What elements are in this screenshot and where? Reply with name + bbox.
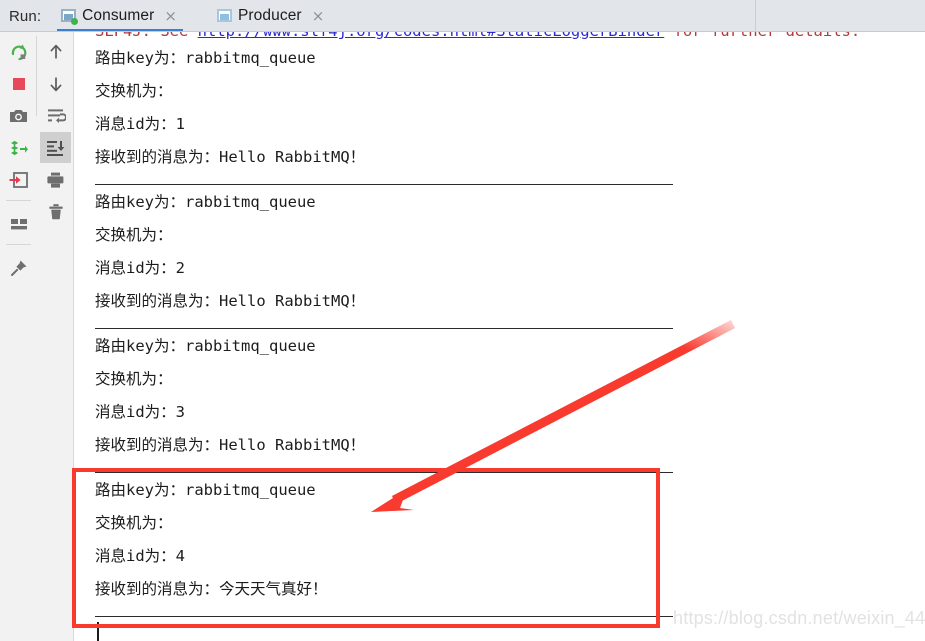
- attach-button[interactable]: [3, 164, 34, 195]
- csdn-watermark: https://blog.csdn.net/weixin_44009447: [673, 608, 925, 628]
- screenshot-button[interactable]: [3, 100, 34, 131]
- run-config-icon-consumer: [61, 9, 79, 25]
- run-tool-window-label: Run:: [9, 7, 42, 25]
- stop-button[interactable]: [3, 68, 34, 99]
- console-line-message-id: 消息id为：1: [95, 115, 185, 133]
- console-caret: [97, 622, 99, 641]
- scroll-to-end-button[interactable]: [40, 132, 71, 163]
- clear-all-button[interactable]: [40, 196, 71, 227]
- tab-label-producer: Producer: [237, 7, 302, 24]
- tab-close-icon-consumer[interactable]: ×: [164, 8, 177, 24]
- run-config-icon-producer: [216, 9, 232, 23]
- console-line-routing-key: 路由key为：rabbitmq_queue: [95, 193, 316, 211]
- slf4j-warning-prefix: SLF4J: See: [95, 32, 198, 40]
- console-separator-3: [95, 472, 673, 473]
- print-button[interactable]: [40, 164, 71, 195]
- console-separator-4: [95, 616, 673, 617]
- console-line-message-body: 接收到的消息为：Hello RabbitMQ！: [95, 292, 366, 310]
- rerun-button[interactable]: [3, 36, 34, 67]
- ide-run-window: Run: Consumer × Producer × 路由key为：rabbit…: [0, 0, 925, 641]
- down-button[interactable]: [40, 68, 71, 99]
- pin-tab-button[interactable]: [3, 252, 34, 283]
- console-line-message-id: 消息id为：2: [95, 259, 185, 277]
- tabbar-divider: [755, 0, 756, 32]
- running-indicator-dot: [71, 18, 79, 25]
- pin-icon: [10, 260, 26, 276]
- run-tool-window-tabbar: Run: Consumer × Producer ×: [0, 0, 925, 32]
- console-line-exchange: 交换机为：: [95, 82, 173, 100]
- attach-arrow-icon: [9, 171, 28, 188]
- layout-icon: [10, 218, 27, 229]
- soft-wrap-icon: [48, 108, 66, 123]
- console-line-routing-key: 路由key为：rabbitmq_queue: [95, 481, 316, 499]
- rerun-icon: [11, 43, 26, 60]
- console-line-slf4j-warning: SLF4J: See http://www.slf4j.org/codes.ht…: [95, 32, 860, 40]
- toolbar-column-left: [0, 32, 37, 641]
- console-line-exchange: 交换机为：: [95, 226, 173, 244]
- console-line-message-body: 接收到的消息为：Hello RabbitMQ！: [95, 436, 366, 454]
- console-line-exchange: 交换机为：: [95, 514, 173, 532]
- console-line-routing-key: 路由key为：rabbitmq_queue: [95, 49, 316, 67]
- console-line-message-id: 消息id为：3: [95, 403, 185, 421]
- toolbar-separator-2: [6, 244, 31, 245]
- printer-icon: [47, 172, 64, 188]
- camera-icon: [10, 109, 27, 122]
- arrow-up-icon: [50, 44, 61, 58]
- console-separator-2: [95, 328, 673, 329]
- console-line-message-id: 消息id为：4: [95, 547, 185, 565]
- slf4j-warning-suffix: for further details.: [664, 32, 861, 40]
- thread-dump-icon: [11, 140, 28, 155]
- console-line-exchange: 交换机为：: [95, 370, 173, 388]
- console-separator-1: [95, 184, 673, 185]
- scroll-to-end-icon: [47, 140, 65, 156]
- tab-close-icon-producer[interactable]: ×: [312, 8, 325, 24]
- thread-dump-button[interactable]: [3, 132, 34, 163]
- tab-consumer[interactable]: Consumer ×: [55, 0, 185, 32]
- slf4j-warning-link[interactable]: http://www.slf4j.org/codes.html#StaticLo…: [198, 32, 665, 40]
- console-output[interactable]: SLF4J: See http://www.slf4j.org/codes.ht…: [74, 32, 925, 641]
- toolbar-column-right: [37, 32, 74, 641]
- console-line-routing-key: 路由key为：rabbitmq_queue: [95, 337, 316, 355]
- trash-icon: [48, 203, 63, 219]
- tab-producer[interactable]: Producer ×: [211, 0, 332, 32]
- stop-icon: [12, 77, 25, 90]
- layout-button[interactable]: [3, 208, 34, 239]
- tab-label-consumer: Consumer: [82, 7, 155, 24]
- soft-wrap-button[interactable]: [40, 100, 71, 131]
- console-line-message-body: 接收到的消息为：Hello RabbitMQ！: [95, 148, 366, 166]
- console-line-message-body: 接收到的消息为：今天天气真好！: [95, 580, 328, 598]
- arrow-down-icon: [50, 77, 61, 91]
- up-button[interactable]: [40, 36, 71, 67]
- run-toolbar: [0, 32, 74, 641]
- toolbar-separator-1: [6, 200, 31, 201]
